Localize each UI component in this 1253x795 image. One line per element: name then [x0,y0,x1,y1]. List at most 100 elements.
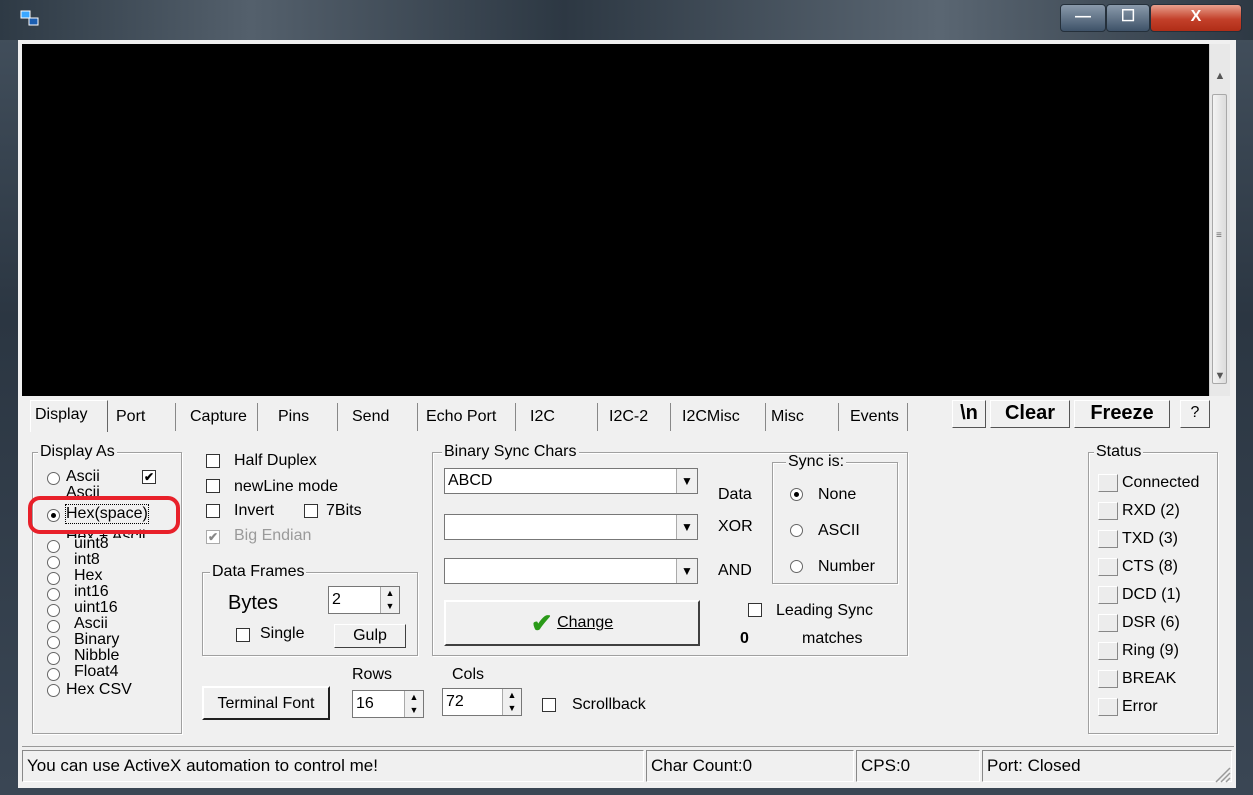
scroll-down-arrow-icon[interactable]: ▼ [1210,366,1230,386]
scroll-thumb[interactable]: ≡ [1212,94,1227,384]
help-button[interactable]: ? [1180,400,1210,428]
freeze-button[interactable]: Freeze [1074,400,1170,428]
big-endian-checkbox[interactable]: ✔ [206,530,220,544]
terminal-scrollbar[interactable]: ▲ ≡ ▼ [1209,44,1230,396]
scrollback-label: Scrollback [572,696,646,713]
seven-bits-checkbox[interactable] [304,504,318,518]
tab-i2cmisc[interactable]: I2CMisc [678,403,766,431]
chevron-down-icon[interactable]: ▼ [676,559,697,583]
radio-sync-none-label: None [818,486,857,503]
tab-i2c[interactable]: I2C [526,403,598,431]
radio-sync-number[interactable] [790,560,803,573]
half-duplex-label: Half Duplex [234,452,317,469]
leading-sync-checkbox[interactable] [748,603,762,617]
status-title: Status [1094,443,1144,460]
radio-hex[interactable] [47,572,60,585]
radio-hex-csv-label: Hex CSV [66,681,132,698]
tab-events[interactable]: Events [846,403,908,431]
half-duplex-checkbox[interactable] [206,454,220,468]
statusbar-port: Port: Closed [982,750,1232,782]
status-led-ring [1098,642,1118,660]
status-led-break[interactable] [1098,670,1118,688]
status-dsr-label: DSR (6) [1122,614,1180,631]
newline-mode-label: newLine mode [234,478,339,495]
radio-uint16-label: uint16 [74,599,118,616]
scroll-up-arrow-icon[interactable]: ▲ [1210,66,1230,86]
overlapped-ascii-fragment: Ascii [66,484,100,496]
tab-port[interactable]: Port [112,403,176,431]
tab-capture[interactable]: Capture [186,403,258,431]
radio-uint16[interactable] [47,604,60,617]
spinner-arrows-icon[interactable]: ▲ ▼ [404,691,423,717]
chevron-down-icon[interactable]: ▼ [676,469,697,493]
maximize-button[interactable]: ☐ [1106,4,1150,32]
cols-spinner[interactable]: 72 ▲ ▼ [442,688,522,716]
status-rxd-label: RXD (2) [1122,502,1180,519]
bytes-spinner[interactable]: 2 ▲ ▼ [328,586,400,614]
minimize-button[interactable]: — [1060,4,1106,32]
bytes-value: 2 [332,591,341,608]
radio-ascii-top[interactable] [47,472,60,485]
sync-and-combo[interactable]: ▼ [444,558,698,584]
radio-int8-label: int8 [74,551,100,568]
app-icon [20,10,39,26]
scrollback-checkbox[interactable] [542,698,556,712]
statusbar-cps: CPS:0 [856,750,980,782]
radio-sync-ascii-label: ASCII [818,522,860,539]
terminal-display[interactable] [22,44,1209,396]
radio-hex-csv[interactable] [47,684,60,697]
leading-sync-label: Leading Sync [776,602,873,619]
status-led-txd[interactable] [1098,530,1118,548]
and-label: AND [718,562,752,579]
sync-xor-combo[interactable]: ▼ [444,514,698,540]
status-led-error [1098,698,1118,716]
bytes-label: Bytes [228,592,279,614]
single-checkbox[interactable] [236,628,250,642]
ascii-checkbox[interactable]: ✔ [142,470,156,484]
tab-misc[interactable]: Misc [767,403,839,431]
chevron-down-icon[interactable]: ▼ [676,515,697,539]
radio-uint8[interactable] [47,540,60,553]
radio-uint8-label: uint8 [74,535,109,552]
radio-binary[interactable] [47,636,60,649]
status-break-label: BREAK [1122,670,1177,687]
status-txd-label: TXD (3) [1122,530,1178,547]
resize-grip-icon[interactable] [1212,764,1232,784]
sync-is-title: Sync is: [786,453,847,470]
close-button[interactable]: X [1150,4,1242,32]
status-led-dcd [1098,586,1118,604]
sync-data-combo[interactable]: ABCD ▼ [444,468,698,494]
gulp-button[interactable]: Gulp [334,624,406,648]
tab-i2c-2[interactable]: I2C-2 [605,403,671,431]
tab-echo-port[interactable]: Echo Port [422,403,516,431]
newline-mode-checkbox[interactable] [206,479,220,493]
radio-ascii-label: Ascii [74,615,108,632]
radio-nibble[interactable] [47,652,60,665]
radio-hex-label: Hex [74,567,103,584]
radio-int8[interactable] [47,556,60,569]
radio-sync-ascii[interactable] [790,524,803,537]
rows-label: Rows [352,666,393,683]
change-label: Change [557,614,614,631]
sync-data-value: ABCD [448,472,493,489]
radio-sync-none[interactable] [790,488,803,501]
spinner-arrows-icon[interactable]: ▲ ▼ [380,587,399,613]
grip-icon: ≡ [1216,230,1222,241]
tab-pins[interactable]: Pins [274,403,338,431]
tab-send[interactable]: Send [348,403,418,431]
status-cts-label: CTS (8) [1122,558,1178,575]
invert-checkbox[interactable] [206,504,220,518]
terminal-font-button[interactable]: Terminal Font [202,686,330,720]
change-button[interactable]: ✔ Change [444,600,700,646]
newline-button[interactable]: \n [952,400,986,428]
rows-spinner[interactable]: 16 ▲ ▼ [352,690,424,718]
radio-ascii[interactable] [47,620,60,633]
highlight-annotation [28,496,180,534]
spinner-arrows-icon[interactable]: ▲ ▼ [502,689,521,715]
clear-button[interactable]: Clear [990,400,1070,428]
radio-float4[interactable] [47,668,60,681]
title-bar[interactable]: — ☐ X [0,0,1253,40]
cols-value: 72 [446,693,464,710]
radio-int16[interactable] [47,588,60,601]
tab-display[interactable]: Display [30,400,108,432]
